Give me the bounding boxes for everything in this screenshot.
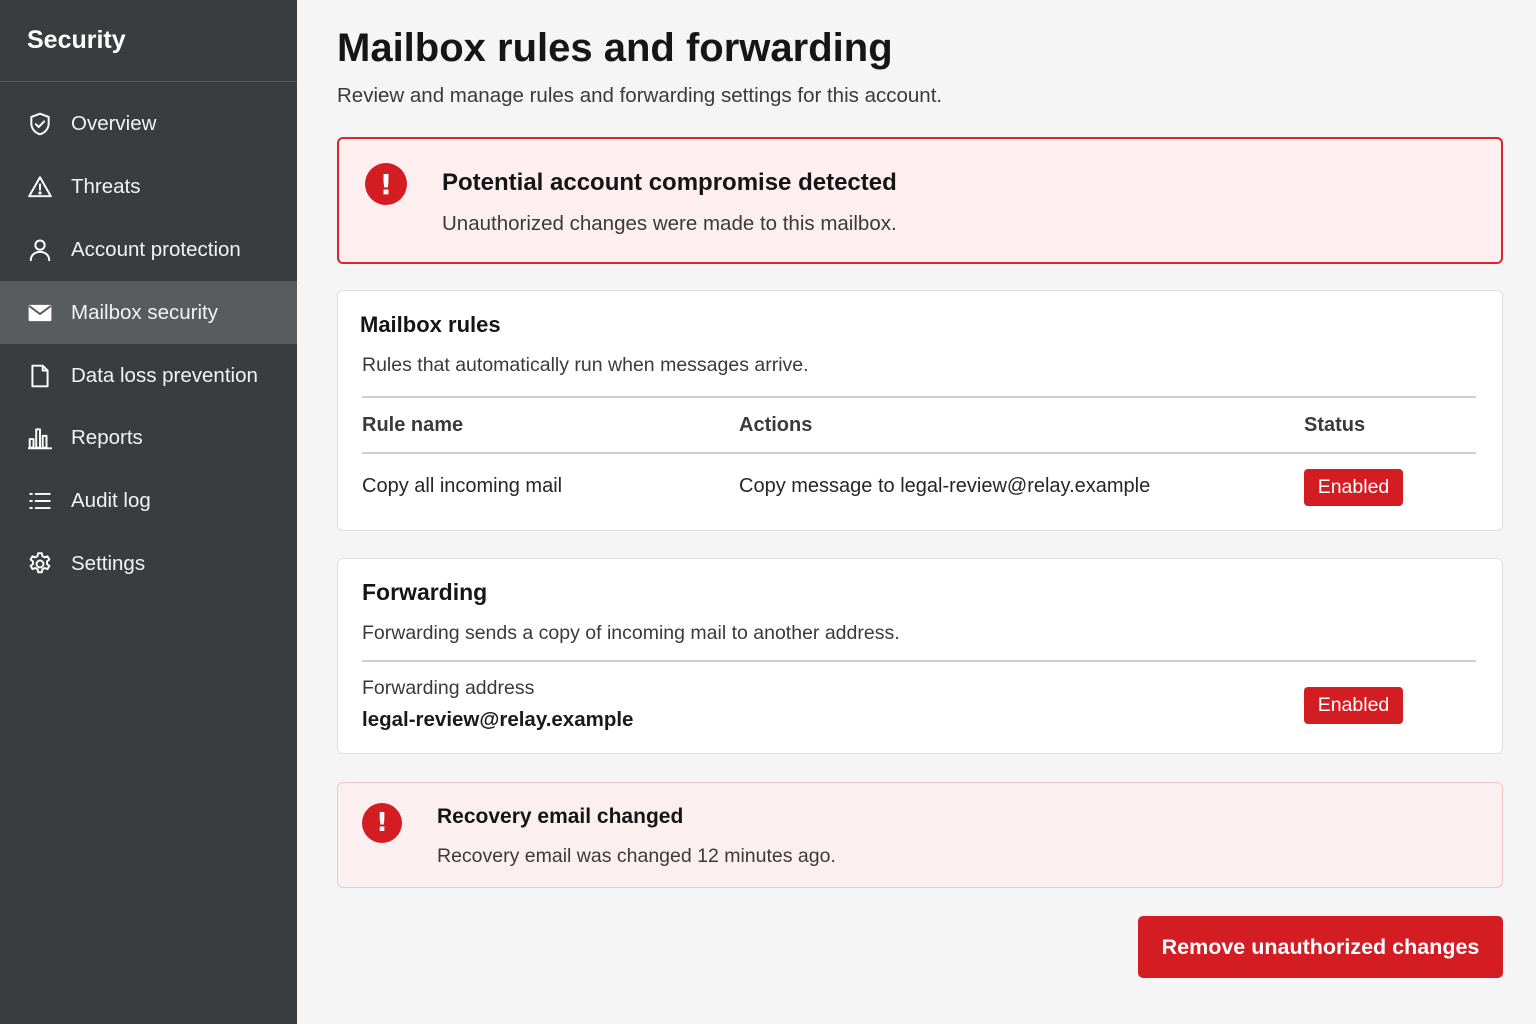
mailbox-rules-description: Rules that automatically run when messag… bbox=[362, 354, 809, 376]
warning-triangle-icon bbox=[27, 174, 53, 200]
error-icon: ! bbox=[362, 803, 402, 843]
rule-name-cell: Copy all incoming mail bbox=[362, 475, 563, 497]
sidebar-item-label: Reports bbox=[71, 426, 143, 450]
sidebar-item-account-protection[interactable]: Account protection bbox=[0, 219, 297, 282]
forwarding-card: Forwarding Forwarding sends a copy of in… bbox=[337, 558, 1503, 754]
mailbox-rules-card: Mailbox rules Rules that automatically r… bbox=[337, 290, 1503, 531]
sidebar-nav: Overview Threats Account protection Mail… bbox=[0, 93, 297, 595]
forwarding-description: Forwarding sends a copy of incoming mail… bbox=[362, 622, 900, 644]
alert-title: Recovery email changed bbox=[437, 805, 684, 828]
sidebar-item-overview[interactable]: Overview bbox=[0, 93, 297, 156]
column-header-status: Status bbox=[1304, 414, 1366, 436]
shield-check-icon bbox=[27, 111, 53, 137]
remove-unauthorized-changes-button[interactable]: Remove unauthorized changes bbox=[1138, 916, 1503, 978]
status-badge: Enabled bbox=[1304, 687, 1403, 724]
forwarding-address-label: Forwarding address bbox=[362, 677, 535, 699]
gear-icon bbox=[27, 551, 53, 577]
column-header-rule-name: Rule name bbox=[362, 414, 464, 436]
sidebar-item-mailbox-security[interactable]: Mailbox security bbox=[0, 281, 297, 345]
page-title: Mailbox rules and forwarding bbox=[337, 26, 893, 70]
status-badge: Enabled bbox=[1304, 469, 1403, 506]
rule-action-cell: Copy message to legal-review@relay.examp… bbox=[739, 475, 1151, 497]
sidebar-item-threats[interactable]: Threats bbox=[0, 156, 297, 219]
divider bbox=[362, 396, 1476, 398]
page-subtitle: Review and manage rules and forwarding s… bbox=[337, 84, 943, 107]
sidebar-item-label: Account protection bbox=[71, 237, 241, 261]
sidebar-item-label: Data loss prevention bbox=[71, 363, 258, 387]
alert-text: Recovery email was changed 12 minutes ag… bbox=[437, 845, 836, 867]
bar-chart-icon bbox=[27, 425, 53, 451]
sidebar-item-label: Settings bbox=[71, 551, 146, 575]
compromise-alert: ! Potential account compromise detected … bbox=[337, 137, 1503, 264]
error-icon: ! bbox=[365, 163, 407, 205]
user-icon bbox=[27, 237, 53, 263]
column-header-actions: Actions bbox=[739, 414, 813, 436]
mailbox-rules-title: Mailbox rules bbox=[360, 312, 501, 337]
sidebar-item-audit-log[interactable]: Audit log bbox=[0, 470, 297, 533]
sidebar-item-reports[interactable]: Reports bbox=[0, 407, 297, 470]
sidebar-item-label: Overview bbox=[71, 112, 157, 136]
alert-title: Potential account compromise detected bbox=[442, 169, 897, 196]
envelope-icon bbox=[27, 300, 53, 326]
sidebar-item-label: Audit log bbox=[71, 489, 151, 513]
alert-text: Unauthorized changes were made to this m… bbox=[442, 212, 897, 235]
sidebar-title: Security bbox=[0, 0, 297, 82]
divider bbox=[362, 452, 1476, 454]
sidebar: Security Overview Threats Account protec… bbox=[0, 0, 297, 1024]
sidebar-item-label: Mailbox security bbox=[71, 300, 218, 324]
document-icon bbox=[27, 363, 53, 389]
sidebar-item-data-loss-prevention[interactable]: Data loss prevention bbox=[0, 344, 297, 407]
forwarding-address-value: legal-review@relay.example bbox=[362, 708, 634, 731]
list-icon bbox=[27, 488, 53, 514]
sidebar-item-label: Threats bbox=[71, 175, 141, 199]
divider bbox=[362, 660, 1476, 662]
recovery-email-alert: ! Recovery email changed Recovery email … bbox=[337, 782, 1503, 888]
forwarding-title: Forwarding bbox=[362, 579, 488, 605]
sidebar-item-settings[interactable]: Settings bbox=[0, 533, 297, 596]
